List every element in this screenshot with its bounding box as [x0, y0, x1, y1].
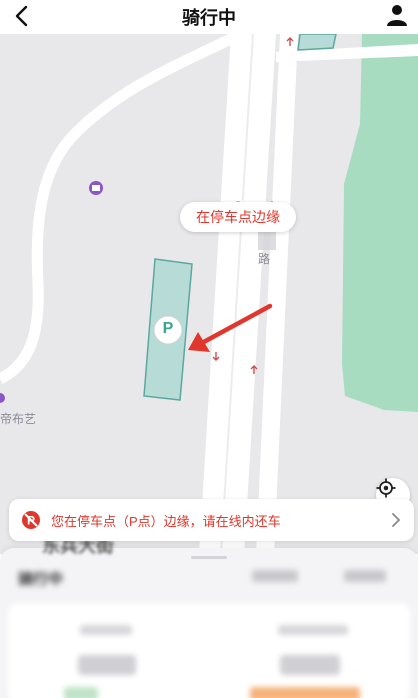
bubble-text: 在停车点边缘 — [196, 209, 280, 225]
parking-marker[interactable]: P — [160, 320, 176, 338]
notice-text: 您在停车点（P点）边缘，请在线内还车 — [51, 513, 281, 529]
top-bar: 骑行中 — [0, 0, 418, 34]
chevron-right-icon — [392, 513, 401, 527]
road-label: 路 — [258, 252, 271, 266]
poi-label: 帝布艺 — [0, 412, 37, 426]
ride-info-sheet[interactable]: 骑行中 — [0, 548, 418, 698]
stat-left-label — [80, 625, 132, 635]
chevron-left-icon — [15, 5, 28, 27]
sheet-pill-2 — [344, 570, 386, 582]
sheet-pill-1 — [252, 570, 298, 582]
page-title: 骑行中 — [182, 8, 236, 28]
locate-icon — [376, 478, 396, 498]
map-view[interactable]: P 在停车点边缘 路 帝布艺 — [0, 34, 418, 554]
back-button[interactable] — [8, 2, 36, 30]
parking-edge-bubble: 在停车点边缘 — [180, 202, 296, 232]
stat-green-chip — [64, 687, 98, 698]
stat-right-value — [280, 655, 340, 675]
stat-left-value — [78, 655, 136, 675]
user-icon — [387, 5, 407, 26]
sheet-handle[interactable] — [191, 556, 227, 559]
ride-stats-card — [8, 603, 410, 698]
sheet-title: 骑行中 — [18, 571, 64, 588]
stat-right-label — [278, 625, 348, 635]
no-parking-icon: P — [21, 510, 41, 530]
map-canvas — [0, 34, 418, 554]
profile-button[interactable] — [382, 0, 412, 30]
parking-notice-banner[interactable]: P 您在停车点（P点）边缘，请在线内还车 — [9, 499, 414, 541]
stat-orange-chip — [250, 687, 360, 698]
